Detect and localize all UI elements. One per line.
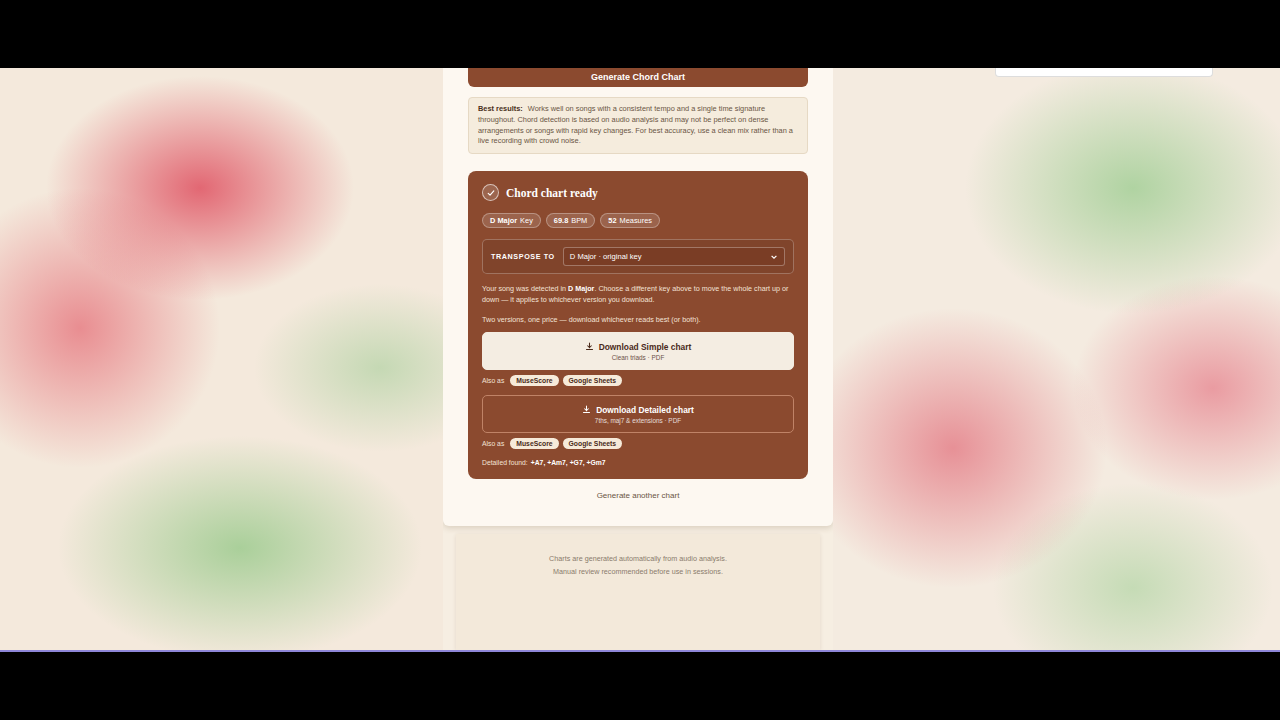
footer-line: Charts are generated automatically from … [466, 552, 810, 565]
detailed-found: Detailed found:+A7, +Am7, +G7, +Gm7 [482, 459, 794, 466]
generate-button[interactable]: Generate Chord Chart [468, 68, 808, 87]
note-box: Best results: Works well on songs with a… [468, 97, 808, 154]
chevron-down-icon [770, 253, 778, 261]
page: Generate Chord Chart Best results: Works… [0, 68, 1280, 650]
main-card: Generate Chord Chart Best results: Works… [443, 68, 833, 526]
generate-another-link[interactable]: Generate another chart [468, 491, 808, 500]
download-icon [582, 405, 591, 414]
detected-text: Your song was detected in D Major. Choos… [482, 283, 794, 305]
result-title: Chord chart ready [506, 187, 598, 199]
check-icon [482, 184, 499, 201]
footer-line: Manual review recommended before use in … [466, 565, 810, 578]
download-icon [585, 342, 594, 351]
letterbox-top [0, 0, 1280, 68]
format-link[interactable]: MuseScore [510, 375, 558, 386]
badge: 52Measures [600, 213, 660, 228]
top-right-box [995, 68, 1213, 77]
result-header: Chord chart ready [482, 184, 794, 201]
format-link[interactable]: Google Sheets [563, 375, 623, 386]
note-text: Works well on songs with a consistent te… [478, 104, 793, 145]
versions-note: Two versions, one price — download which… [482, 315, 794, 324]
format-link[interactable]: Google Sheets [563, 438, 623, 449]
download-button[interactable]: Download Detailed chart 7ths, maj7 & ext… [482, 395, 794, 433]
letterbox-bottom [0, 650, 1280, 720]
transpose-box: TRANSPOSE TO D Major · original key [482, 239, 794, 274]
center-column: Generate Chord Chart Best results: Works… [443, 68, 833, 650]
badge-row: D MajorKey 69.8BPM 52Measures [482, 213, 794, 228]
badge: 69.8BPM [546, 213, 595, 228]
footer: Charts are generated automatically from … [456, 534, 820, 650]
format-link[interactable]: MuseScore [510, 438, 558, 449]
note-label: Best results: [478, 104, 523, 113]
also-as-row: Also as MuseScoreGoogle Sheets [482, 375, 794, 386]
download-button[interactable]: Download Simple chart Clean triads · PDF [482, 332, 794, 370]
illustration-right [833, 68, 1280, 650]
result-card: Chord chart ready D MajorKey 69.8BPM 52Mea… [468, 171, 808, 479]
screen: Generate Chord Chart Best results: Works… [0, 0, 1280, 720]
illustration-left [0, 68, 443, 650]
also-as-row: Also as MuseScoreGoogle Sheets [482, 438, 794, 449]
transpose-label: TRANSPOSE TO [491, 252, 555, 261]
badge: D MajorKey [482, 213, 541, 228]
key-select[interactable]: D Major · original key [563, 247, 785, 266]
